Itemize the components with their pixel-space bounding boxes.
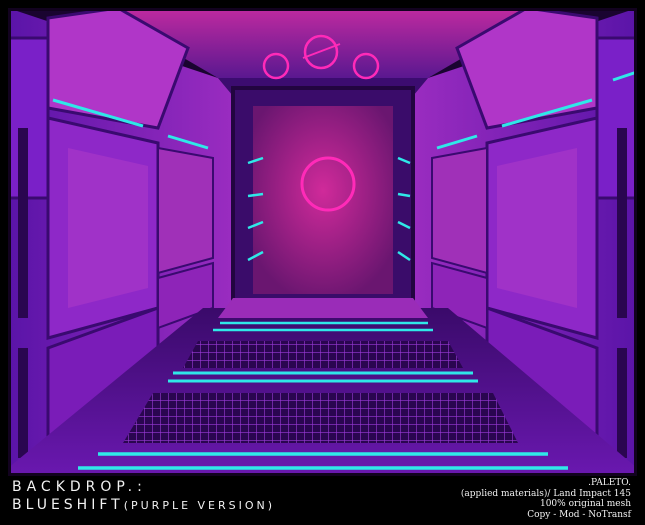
image-frame: BACKDROP.: BLUESHIFT(PURPLE VERSION) .PA… — [0, 0, 645, 525]
caption-title: BLUESHIFT(PURPLE VERSION) — [12, 496, 275, 515]
corridor-render — [8, 8, 637, 476]
caption-blueshift: BLUESHIFT — [12, 497, 124, 513]
credits-brand: .PALETO. — [588, 478, 631, 488]
caption-backdrop: BACKDROP.: — [12, 479, 147, 495]
credits-materials: (applied materials)/ Land Impact 145 — [460, 488, 631, 499]
credits-mesh: 100% original mesh — [539, 499, 631, 509]
caption-version: (PURPLE VERSION) — [123, 499, 276, 512]
back-wall — [253, 106, 393, 294]
credits-caption: .PALETO. (applied materials)/ Land Impac… — [371, 478, 631, 520]
credits-perms: Copy - Mod - NoTransf — [527, 509, 631, 520]
title-caption: BACKDROP.: BLUESHIFT(PURPLE VERSION) — [12, 478, 275, 515]
